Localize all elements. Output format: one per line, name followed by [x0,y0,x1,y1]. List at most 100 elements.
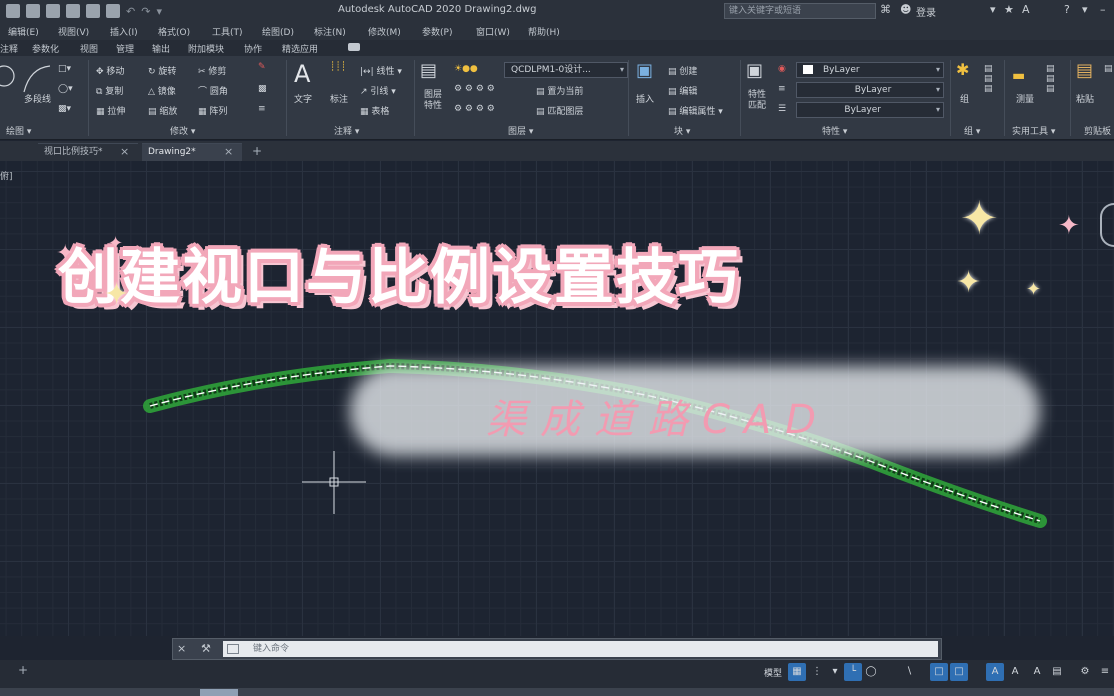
tab-collaborate[interactable]: 协作 [244,42,262,55]
wrench-icon[interactable]: ⚒ [201,642,211,655]
edit-block-tool[interactable]: ▤ 编辑 [668,84,697,97]
bottom-scrollbar[interactable] [0,688,1114,696]
view-cube-icon[interactable] [1100,203,1114,247]
layer-tools-row2[interactable]: ⚙ ⚙ ⚙ ⚙ [454,104,495,114]
menu-tools[interactable]: 工具(T) [212,25,243,38]
help-icon[interactable]: ? [1064,3,1070,16]
stretch-tool[interactable]: ▦ 拉伸 [96,104,125,117]
rectangle-icon[interactable]: □▾ [58,64,71,74]
measure-icon[interactable]: ▬ [1012,68,1025,84]
add-layout-icon[interactable]: + [18,663,28,677]
layer-properties-icon[interactable]: ▤ [420,60,437,81]
new-file-icon[interactable] [26,4,40,18]
menu-insert[interactable]: 插入(I) [110,25,138,38]
close-icon[interactable]: × [120,144,129,160]
workspace-icon[interactable]: ▤ [1048,663,1066,681]
close-icon[interactable]: × [177,642,186,655]
layer-state-icons[interactable]: ☀●● [454,64,478,74]
scrollbar-thumb[interactable] [200,689,238,696]
polyline-label[interactable]: 多段线 [24,92,51,105]
polar-toggle-icon[interactable]: ◯ [862,663,880,681]
isodraft-icon[interactable]: ∖ [900,663,918,681]
layer-dropdown[interactable]: QCDLPM1-0设计... ▾ [504,62,628,78]
ortho-toggle-icon[interactable]: └ [844,663,862,681]
copy-tool[interactable]: ⧉ 复制 [96,84,123,97]
linetype-icon[interactable]: ≡ [778,84,786,94]
match-layer-tool[interactable]: ▤ 匹配图层 [536,104,583,117]
tab-annotate[interactable]: 注释 [0,42,18,55]
panel-footer-properties[interactable]: 特性 ▾ [822,124,847,137]
menu-parametric[interactable]: 参数(P) [422,25,452,38]
offset-icon[interactable]: ≡ [258,104,266,114]
linear-dim-tool[interactable]: |↔| 线性 ▾ [360,64,402,77]
menu-format[interactable]: 格式(O) [158,25,190,38]
lineweight-dropdown[interactable]: ByLayer ▾ [796,102,944,118]
group-tools[interactable]: ▤ ▤ ▤ [984,64,993,94]
object-snap-icon[interactable]: □ [930,663,948,681]
tab-featured-apps[interactable]: 精选应用 [282,42,318,55]
a360-icon[interactable]: A [1022,3,1030,16]
tab-view[interactable]: 视图 [80,42,98,55]
group-icon[interactable]: ✱ [956,60,969,79]
color-wheel-icon[interactable]: ◉ [778,64,786,74]
command-recent-icon[interactable] [227,644,239,654]
scale-tool[interactable]: ▤ 缩放 [148,104,177,117]
text-icon[interactable]: A [294,60,310,88]
grid-toggle-icon[interactable]: ▦ [788,663,806,681]
create-block-tool[interactable]: ▤ 创建 [668,64,697,77]
menu-view[interactable]: 视图(V) [58,25,89,38]
object-snap-tracking-icon[interactable]: □ [950,663,968,681]
explode-icon[interactable]: ▩ [258,84,267,94]
tab-addins[interactable]: 附加模块 [188,42,224,55]
layer-properties-label[interactable]: 图层 特性 [424,90,442,112]
print-icon[interactable] [106,4,120,18]
erase-icon[interactable]: ✎ [258,62,266,72]
undo-icon[interactable]: ↶ [126,5,135,18]
panel-footer-layers[interactable]: 图层 ▾ [508,124,533,137]
save-as-icon[interactable] [86,4,100,18]
cart-icon[interactable]: ★ [1004,3,1014,16]
minimize-icon[interactable]: – [1100,3,1106,16]
insert-block-icon[interactable]: ▣ [636,60,653,81]
redo-icon[interactable]: ↷ [141,5,150,18]
menu-edit[interactable]: 编辑(E) [8,25,39,38]
utility-tools[interactable]: ▤ ▤ ▤ [1046,64,1055,94]
edit-attributes-tool[interactable]: ▤ 编辑属性 ▾ [668,104,723,117]
save-icon[interactable] [66,4,80,18]
drawing-canvas[interactable]: 俯] 渠成道路CAD 创建视口与比例设置技巧 ✦ ✦ ✦ ✦ ✦ ✦ ✦ [0,161,1114,636]
annotation-scale-icon[interactable]: A [986,663,1004,681]
color-dropdown[interactable]: ByLayer ▾ [796,62,944,78]
panel-footer-block[interactable]: 块 ▾ [674,124,690,137]
measure-label[interactable]: 测量 [1016,92,1034,105]
set-current-tool[interactable]: ▤ 置为当前 [536,84,583,97]
close-icon[interactable]: × [224,144,233,160]
panel-footer-annotation[interactable]: 注释 ▾ [334,124,359,137]
tab-manage[interactable]: 管理 [116,42,134,55]
paste-label[interactable]: 粘贴 [1076,92,1094,105]
open-file-icon[interactable] [46,4,60,18]
hatch-icon[interactable]: ▩▾ [58,104,71,114]
text-label[interactable]: 文字 [294,92,312,105]
annotation-autoscale-icon[interactable]: A [1028,663,1046,681]
menu-dimension[interactable]: 标注(N) [314,25,346,38]
dimension-label[interactable]: 标注 [330,92,348,105]
dropdown-icon[interactable]: ▾ [990,3,996,16]
snap-toggle-icon[interactable]: ⋮ [808,663,826,681]
annotation-visibility-icon[interactable]: A [1006,663,1024,681]
snap-dropdown-icon[interactable]: ▾ [826,663,844,681]
customize-qa-icon[interactable]: ▾ [156,5,162,18]
doc-tab-viewport-tips[interactable]: 视口比例技巧* × [38,143,138,161]
dimension-icon[interactable]: ┊┊┊ [330,62,346,72]
layer-tools-row1[interactable]: ⚙ ⚙ ⚙ ⚙ [454,84,495,94]
group-label[interactable]: 组 [960,92,969,105]
user-icon[interactable]: ☻ [900,3,911,16]
mirror-tool[interactable]: △ 镜像 [148,84,176,97]
tab-parametric[interactable]: 参数化 [32,42,59,55]
menu-window[interactable]: 窗口(W) [476,25,510,38]
clipboard-tools[interactable]: ▤ [1104,64,1113,74]
lineweight-icon[interactable]: ☰ [778,104,786,114]
fillet-tool[interactable]: ⌒ 圆角 [198,84,228,97]
move-tool[interactable]: ✥ 移动 [96,64,124,77]
menu-modify[interactable]: 修改(M) [368,25,401,38]
search-input[interactable]: 键入关键字或短语 [724,3,876,19]
